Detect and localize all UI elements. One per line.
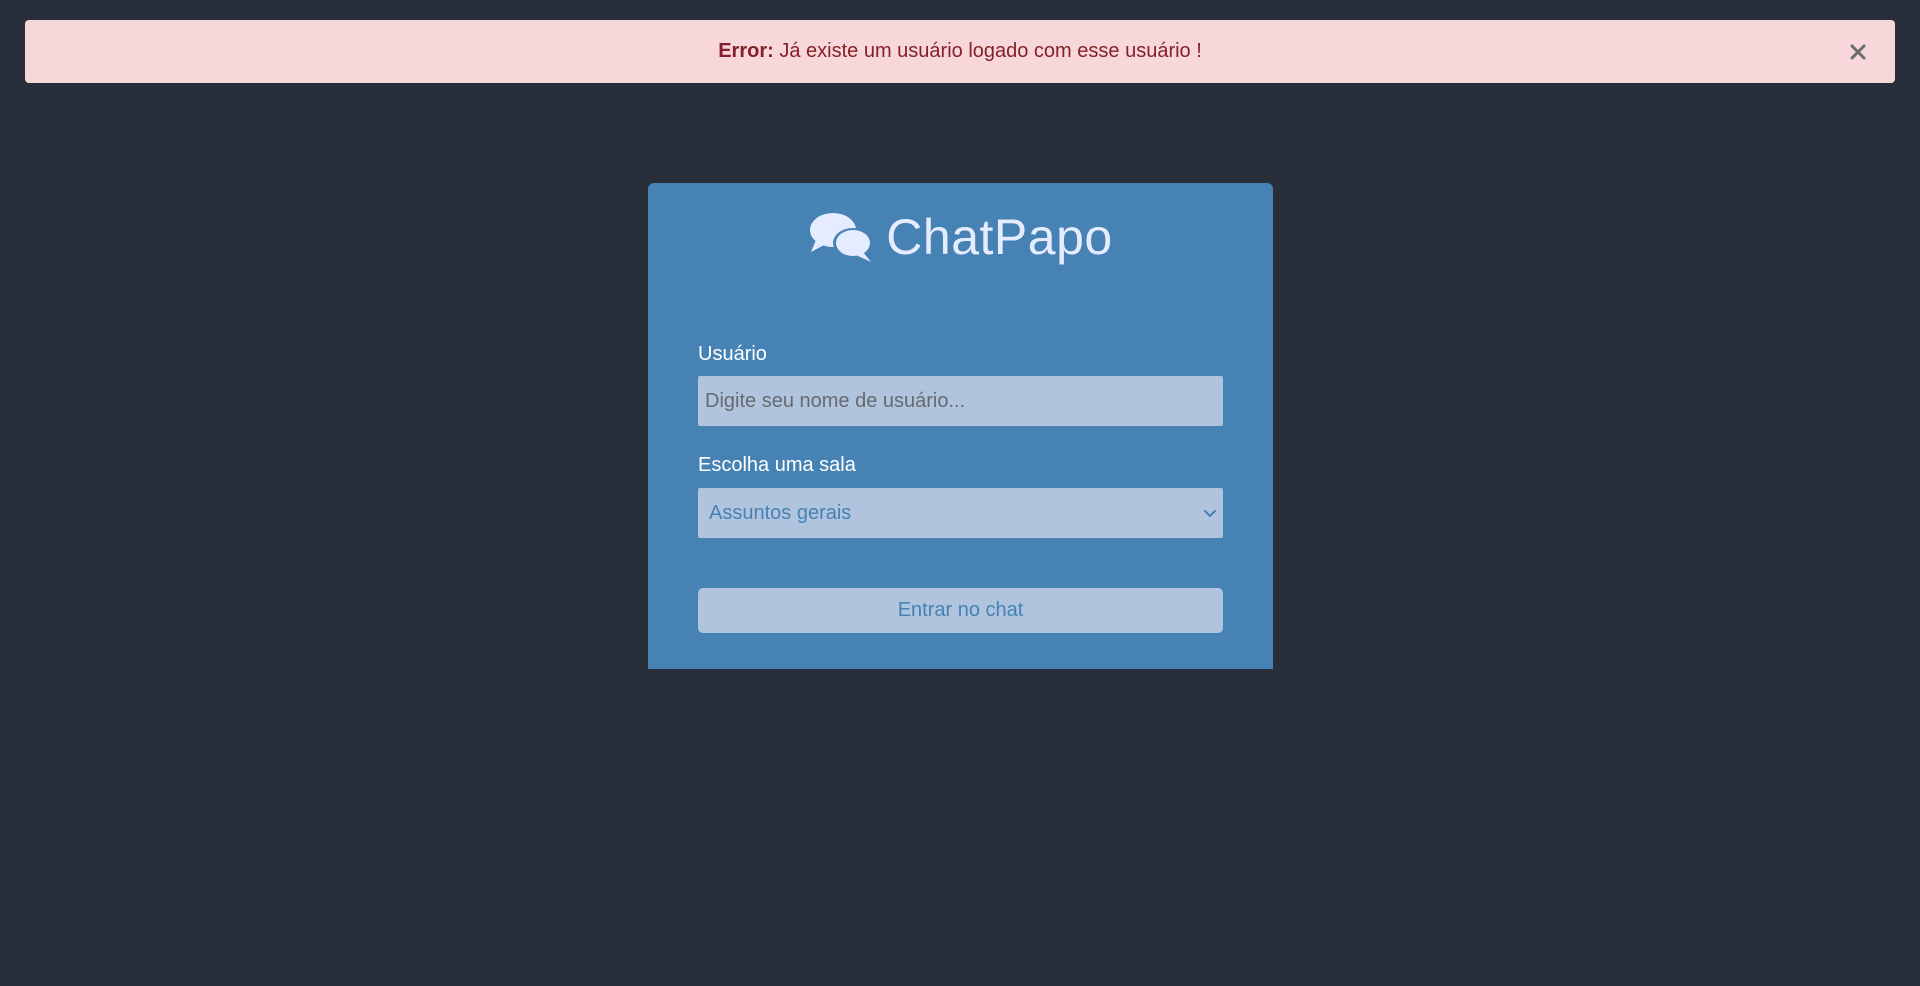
username-label: Usuário [698,343,767,365]
close-icon[interactable] [1847,41,1869,63]
alert-text: Já existe um usuário logado com esse usu… [773,40,1202,62]
login-card: ChatPapo Usuário Escolha uma sala Assunt… [648,183,1273,669]
chevron-down-icon [1204,510,1216,517]
room-select[interactable]: Assuntos gerais [698,488,1223,538]
brand-header: ChatPapo [648,207,1273,267]
error-alert: Error: Já existe um usuário logado com e… [25,20,1895,83]
app-title: ChatPapo [886,209,1113,265]
room-selected-value: Assuntos gerais [709,501,852,524]
username-input[interactable] [698,376,1223,426]
enter-chat-button[interactable]: Entrar no chat [698,588,1223,633]
alert-prefix: Error: [718,40,774,62]
alert-message: Error: Já existe um usuário logado com e… [718,40,1202,63]
room-label: Escolha uma sala [698,454,856,476]
comments-icon [810,213,874,262]
